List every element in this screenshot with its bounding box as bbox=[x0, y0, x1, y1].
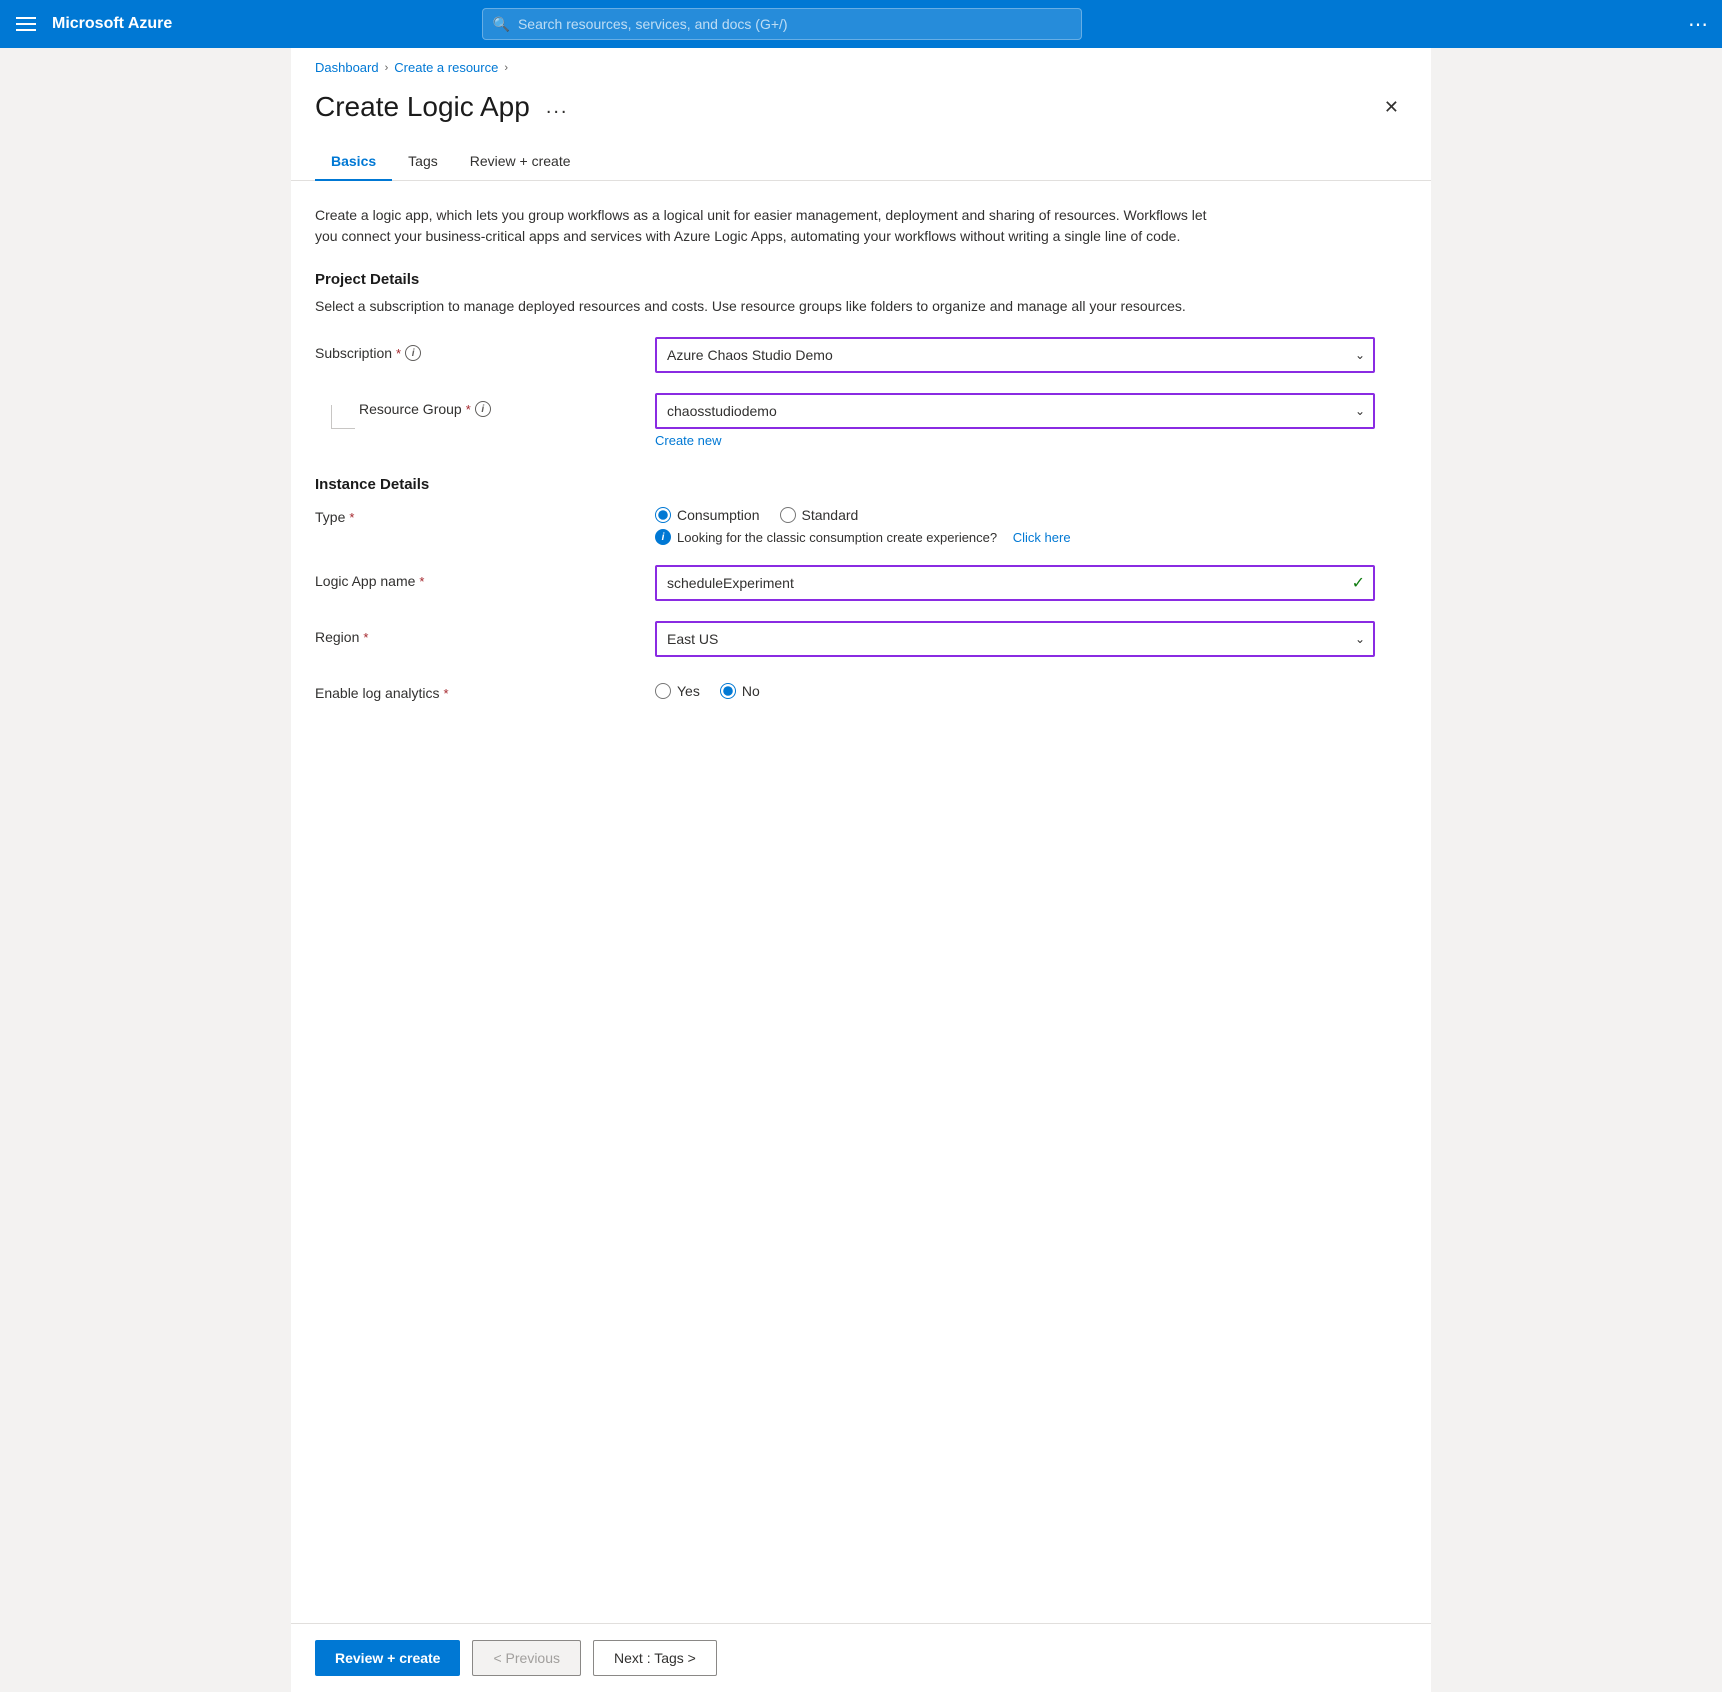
breadcrumb-sep-2: › bbox=[504, 62, 508, 74]
type-consumption-label: Consumption bbox=[677, 507, 760, 523]
type-radio-group: Consumption Standard bbox=[655, 501, 1375, 523]
type-control: Consumption Standard i Looking for the c… bbox=[655, 501, 1375, 545]
type-note-link[interactable]: Click here bbox=[1013, 530, 1071, 545]
log-analytics-radio-group: Yes No bbox=[655, 677, 1375, 699]
create-new-link[interactable]: Create new bbox=[655, 433, 1375, 448]
region-select-wrapper: East US ⌄ bbox=[655, 621, 1375, 657]
log-yes-option[interactable]: Yes bbox=[655, 683, 700, 699]
resource-group-select-wrapper: chaosstudiodemo ⌄ bbox=[655, 393, 1375, 429]
type-label: Type * bbox=[315, 501, 655, 525]
brand-name: Microsoft Azure bbox=[52, 15, 172, 33]
page-title: Create Logic App bbox=[315, 91, 530, 123]
subscription-required: * bbox=[396, 346, 401, 361]
logic-app-name-valid-icon: ✓ bbox=[1352, 573, 1365, 593]
subscription-row: Subscription * i Azure Chaos Studio Demo… bbox=[315, 337, 1375, 373]
search-icon: 🔍 bbox=[493, 16, 510, 33]
logic-app-name-row: Logic App name * ✓ bbox=[315, 565, 1375, 601]
instance-details-section: Instance Details Type * Consumption bbox=[315, 476, 1407, 701]
log-analytics-label: Enable log analytics * bbox=[315, 677, 655, 701]
region-select[interactable]: East US bbox=[655, 621, 1375, 657]
type-standard-radio[interactable] bbox=[780, 507, 796, 523]
tabs: Basics Tags Review + create bbox=[291, 143, 1431, 181]
project-details-section: Project Details Select a subscription to… bbox=[315, 271, 1407, 448]
type-standard-option[interactable]: Standard bbox=[780, 507, 859, 523]
breadcrumb-dashboard[interactable]: Dashboard bbox=[315, 60, 379, 75]
log-yes-label: Yes bbox=[677, 683, 700, 699]
logic-app-name-input-wrapper: ✓ bbox=[655, 565, 1375, 601]
project-details-desc: Select a subscription to manage deployed… bbox=[315, 296, 1215, 317]
topnav-more-button[interactable]: ⋯ bbox=[1688, 12, 1710, 37]
page-header: Create Logic App ... ✕ bbox=[291, 83, 1431, 143]
type-row: Type * Consumption Standard bbox=[315, 501, 1375, 545]
page-close-button[interactable]: ✕ bbox=[1376, 93, 1407, 122]
subscription-info-icon[interactable]: i bbox=[405, 345, 421, 361]
logic-app-name-label: Logic App name * bbox=[315, 565, 655, 589]
instance-details-title: Instance Details bbox=[315, 476, 1407, 493]
subscription-control: Azure Chaos Studio Demo ⌄ bbox=[655, 337, 1375, 373]
content-area: Create a logic app, which lets you group… bbox=[291, 181, 1431, 701]
footer: Review + create < Previous Next : Tags > bbox=[291, 1623, 1431, 1692]
tab-tags[interactable]: Tags bbox=[392, 143, 454, 181]
search-input[interactable] bbox=[518, 16, 1071, 32]
resource-group-required: * bbox=[466, 402, 471, 417]
breadcrumb-create-resource[interactable]: Create a resource bbox=[394, 60, 498, 75]
resource-group-label: Resource Group * i bbox=[359, 393, 699, 417]
resource-group-row: Resource Group * i chaosstudiodemo ⌄ Cre… bbox=[315, 393, 1375, 448]
topnav: Microsoft Azure 🔍 ⋯ bbox=[0, 0, 1722, 48]
tab-review-create[interactable]: Review + create bbox=[454, 143, 587, 181]
logic-app-name-input[interactable] bbox=[655, 565, 1375, 601]
log-yes-radio[interactable] bbox=[655, 683, 671, 699]
hamburger-menu[interactable] bbox=[12, 13, 40, 35]
log-analytics-control: Yes No bbox=[655, 677, 1375, 699]
region-row: Region * East US ⌄ bbox=[315, 621, 1375, 657]
log-no-radio[interactable] bbox=[720, 683, 736, 699]
log-no-label: No bbox=[742, 683, 760, 699]
previous-button[interactable]: < Previous bbox=[472, 1640, 581, 1676]
region-label: Region * bbox=[315, 621, 655, 645]
region-required: * bbox=[363, 630, 368, 645]
next-button[interactable]: Next : Tags > bbox=[593, 1640, 717, 1676]
resource-group-label-area: Resource Group * i bbox=[315, 393, 655, 429]
type-consumption-radio[interactable] bbox=[655, 507, 671, 523]
resource-group-info-icon[interactable]: i bbox=[475, 401, 491, 417]
breadcrumb-sep-1: › bbox=[385, 62, 389, 74]
subscription-select[interactable]: Azure Chaos Studio Demo bbox=[655, 337, 1375, 373]
region-control: East US ⌄ bbox=[655, 621, 1375, 657]
breadcrumb: Dashboard › Create a resource › bbox=[291, 48, 1431, 83]
page-more-button[interactable]: ... bbox=[542, 92, 573, 123]
log-analytics-required: * bbox=[444, 686, 449, 701]
type-info-icon: i bbox=[655, 529, 671, 545]
subscription-label: Subscription * i bbox=[315, 337, 655, 361]
subscription-select-wrapper: Azure Chaos Studio Demo ⌄ bbox=[655, 337, 1375, 373]
type-info-note: i Looking for the classic consumption cr… bbox=[655, 529, 1375, 545]
resource-group-select[interactable]: chaosstudiodemo bbox=[655, 393, 1375, 429]
search-bar: 🔍 bbox=[482, 8, 1082, 40]
log-no-option[interactable]: No bbox=[720, 683, 760, 699]
type-consumption-option[interactable]: Consumption bbox=[655, 507, 760, 523]
page-description: Create a logic app, which lets you group… bbox=[315, 205, 1215, 247]
project-details-title: Project Details bbox=[315, 271, 1407, 288]
type-required: * bbox=[349, 510, 354, 525]
main-container: Dashboard › Create a resource › Create L… bbox=[291, 48, 1431, 1692]
logic-app-name-control: ✓ bbox=[655, 565, 1375, 601]
review-create-button[interactable]: Review + create bbox=[315, 1640, 460, 1676]
logic-app-name-required: * bbox=[419, 574, 424, 589]
type-standard-label: Standard bbox=[802, 507, 859, 523]
resource-group-control: chaosstudiodemo ⌄ Create new bbox=[655, 393, 1375, 448]
log-analytics-row: Enable log analytics * Yes No bbox=[315, 677, 1375, 701]
tab-basics[interactable]: Basics bbox=[315, 143, 392, 181]
type-note-text: Looking for the classic consumption crea… bbox=[677, 530, 997, 545]
